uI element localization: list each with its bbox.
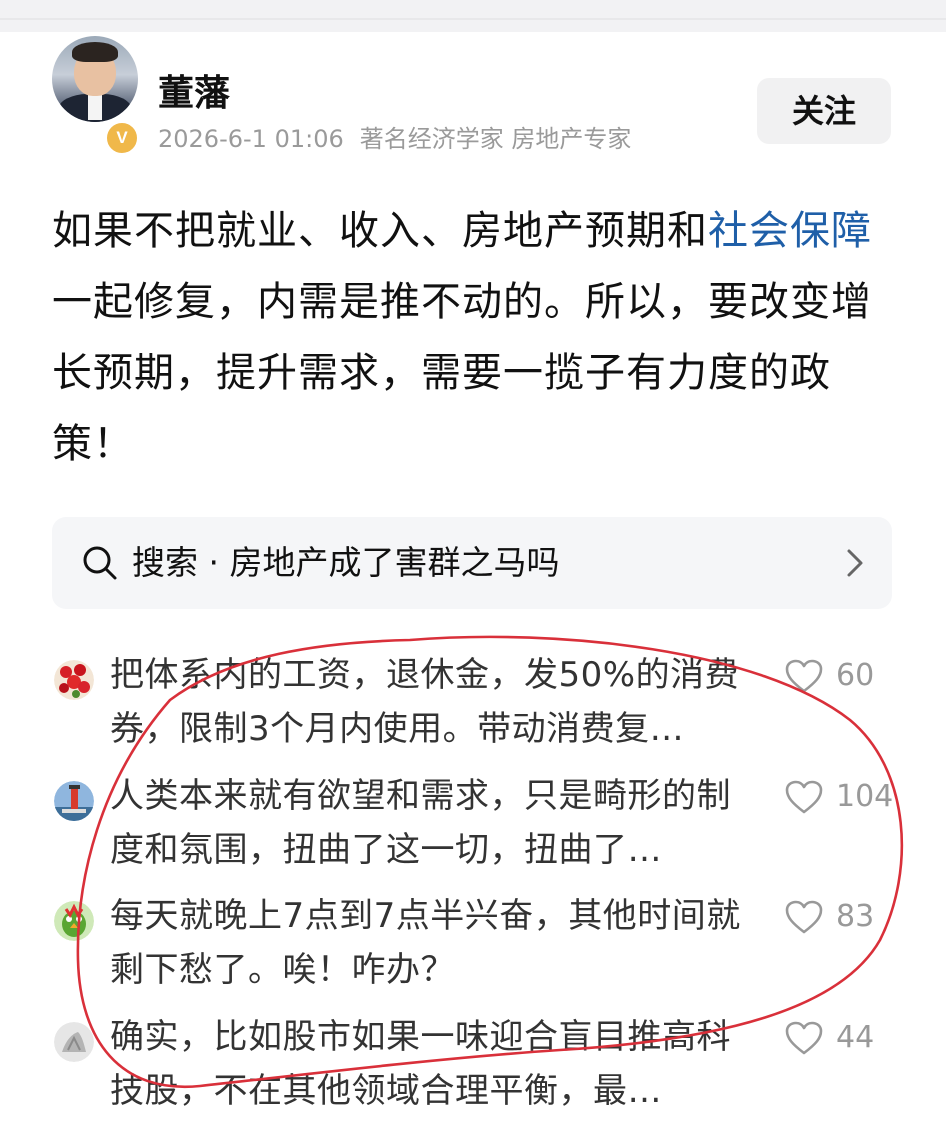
- post-meta: 2026-6-1 01:06 著名经济学家 房地产专家: [158, 124, 631, 154]
- comment-item[interactable]: 把体系内的工资，退休金，发50%的消费券，限制3个月内使用。带动消费复… 60: [0, 648, 946, 768]
- related-search-card[interactable]: 搜索 · 房地产成了害群之马吗: [52, 517, 892, 609]
- comment-item[interactable]: 确实，比如股市如果一味迎合盲目推高科技股，不在其他领域合理平衡，最… 44: [0, 1010, 946, 1130]
- follow-button[interactable]: 关注: [757, 78, 891, 144]
- heart-icon: [785, 1021, 823, 1055]
- heart-icon: [785, 900, 823, 934]
- comment-item[interactable]: 每天就晚上7点到7点半兴奋，其他时间就剩下愁了。唉！咋办？ 83: [0, 889, 946, 1009]
- like-count: 104: [836, 779, 894, 814]
- comment-text: 每天就晚上7点到7点半兴奋，其他时间就剩下愁了。唉！咋办？: [110, 896, 741, 990]
- heart-icon: [785, 659, 823, 693]
- verified-badge-icon: V: [104, 120, 140, 156]
- comment-item[interactable]: 人类本来就有欲望和需求，只是畸形的制度和氛围，扭曲了这一切，扭曲了… 104: [0, 769, 946, 889]
- post-text-part2: 一起修复，内需是推不动的。所以，要改变增长预期，提升需求，需要一揽子有力度的政策…: [52, 279, 872, 467]
- commenter-avatar[interactable]: [54, 660, 94, 700]
- top-divider: [0, 18, 946, 20]
- post-timestamp: 2026-6-1 01:06: [158, 125, 344, 153]
- comment-text: 人类本来就有欲望和需求，只是畸形的制度和氛围，扭曲了这一切，扭曲了…: [110, 776, 731, 870]
- related-search-label: 搜索 · 房地产成了害群之马吗: [132, 543, 560, 582]
- comment-text: 把体系内的工资，退休金，发50%的消费券，限制3个月内使用。带动消费复…: [110, 655, 740, 749]
- top-strip: [0, 0, 946, 32]
- post-text-part1: 如果不把就业、收入、房地产预期和: [52, 208, 708, 254]
- chevron-right-icon: [847, 549, 863, 577]
- heart-icon: [785, 780, 823, 814]
- commenter-avatar[interactable]: [54, 901, 94, 941]
- topic-link[interactable]: 社会保障: [708, 208, 872, 254]
- like-count: 83: [836, 899, 875, 934]
- search-icon: [83, 546, 117, 580]
- commenter-avatar[interactable]: [54, 781, 94, 821]
- author-avatar[interactable]: [52, 36, 138, 122]
- post-body: 如果不把就业、收入、房地产预期和社会保障一起修复，内需是推不动的。所以，要改变增…: [52, 196, 892, 480]
- like-count: 44: [836, 1020, 875, 1055]
- commenter-avatar[interactable]: [54, 1022, 94, 1062]
- like-count: 60: [836, 658, 875, 693]
- author-name[interactable]: 董藩: [158, 72, 230, 116]
- comment-text: 确实，比如股市如果一味迎合盲目推高科技股，不在其他领域合理平衡，最…: [110, 1017, 731, 1111]
- author-tags: 著名经济学家 房地产专家: [359, 125, 632, 153]
